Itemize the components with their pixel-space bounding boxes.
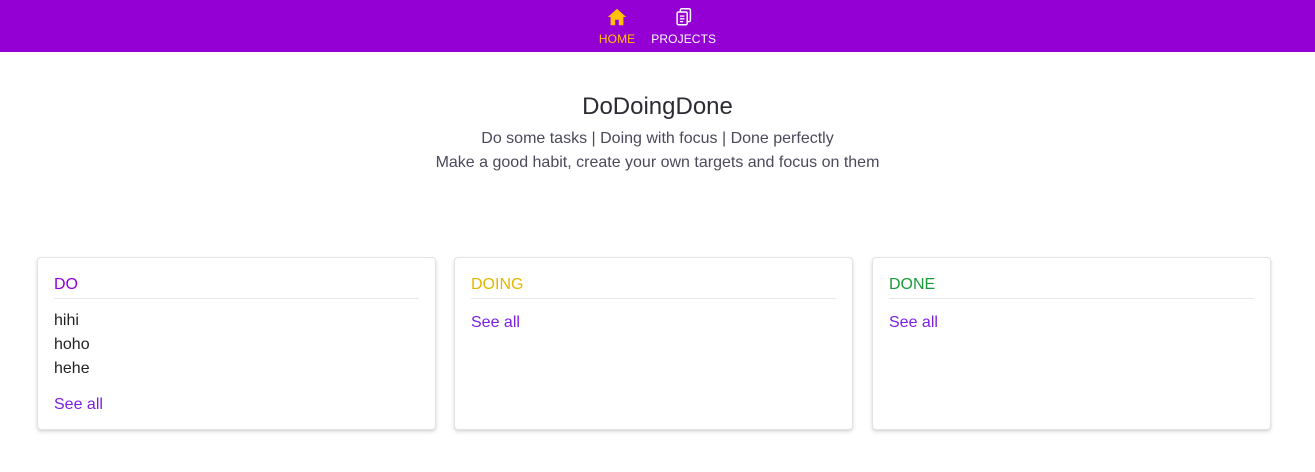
column-title-do: DO — [54, 275, 419, 299]
see-all-link-do[interactable]: See all — [54, 393, 103, 417]
task-item[interactable]: hihi — [54, 309, 419, 333]
top-navigation-bar: HOME PROJECTS — [0, 0, 1315, 52]
task-item[interactable]: hoho — [54, 333, 419, 357]
page-title: DoDoingDone — [582, 93, 733, 120]
hero-section: DoDoingDone Do some tasks | Doing with f… — [0, 92, 1315, 175]
hero-subtitle-tagline: Do some tasks | Doing with focus | Done … — [481, 130, 834, 147]
column-title-done: DONE — [889, 275, 1254, 299]
column-title-doing: DOING — [471, 275, 836, 299]
see-all-link-doing[interactable]: See all — [471, 311, 520, 335]
nav-item-home[interactable]: HOME — [599, 0, 635, 46]
see-all-link-done[interactable]: See all — [889, 311, 938, 335]
home-icon — [607, 8, 627, 26]
column-card-doing: DOING See all — [454, 257, 853, 430]
column-card-do: DO hihi hoho hehe See all — [37, 257, 436, 430]
nav-item-projects[interactable]: PROJECTS — [651, 0, 716, 46]
nav-item-home-label: HOME — [598, 32, 636, 46]
clipboard-icon — [676, 8, 691, 26]
task-item[interactable]: hehe — [54, 357, 419, 381]
column-items-do: hihi hoho hehe — [54, 309, 419, 381]
nav-item-projects-label: PROJECTS — [651, 32, 717, 46]
hero-subtitle-description: Make a good habit, create your own targe… — [435, 154, 880, 171]
column-card-done: DONE See all — [872, 257, 1271, 430]
